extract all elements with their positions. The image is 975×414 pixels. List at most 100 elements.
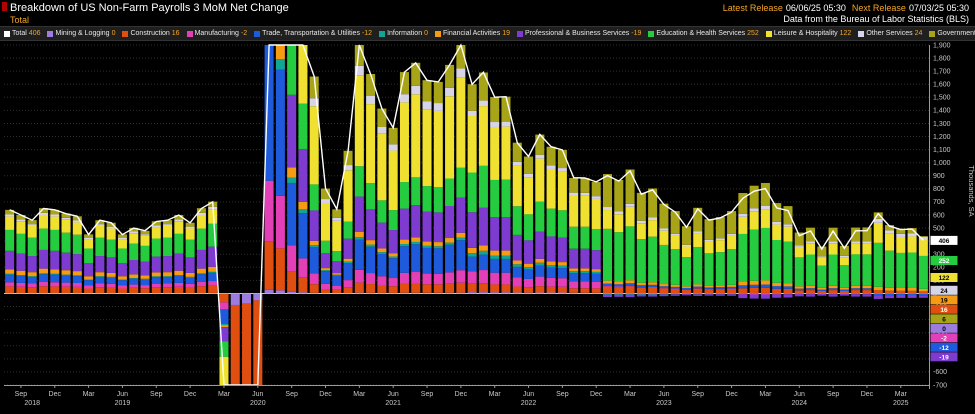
- svg-text:Dec: Dec: [184, 391, 197, 398]
- svg-text:Dec: Dec: [319, 391, 332, 398]
- legend-item-2[interactable]: Construction16: [122, 30, 179, 37]
- svg-text:406: 406: [939, 238, 950, 245]
- svg-text:-12: -12: [939, 345, 949, 352]
- legend-item-6[interactable]: Financial Activities19: [435, 30, 510, 37]
- release-block: Latest Release06/06/25 05:30 Next Release…: [717, 2, 969, 25]
- y-axis-title: Thousands, SA: [967, 165, 975, 216]
- legend-item-4[interactable]: Trade, Transportation & Utilities-12: [254, 30, 372, 37]
- payrolls-stacked-chart[interactable]: 1,900 1,800 1,700 1,600 1,500 1,400 1,300 1,200…: [0, 41, 975, 414]
- series-subtitle[interactable]: Total: [10, 15, 289, 26]
- svg-text:1,000: 1,000: [933, 160, 951, 167]
- svg-text:Mar: Mar: [83, 391, 96, 398]
- legend-label: Construction: [130, 30, 169, 37]
- svg-text:700: 700: [933, 199, 945, 206]
- legend-item-1[interactable]: Mining & Logging0: [47, 30, 115, 37]
- legend-label: Government: [937, 30, 975, 37]
- svg-text:Sep: Sep: [285, 391, 298, 398]
- legend: Total406 Mining & Logging0 Construction16 M…: [0, 26, 975, 41]
- svg-text:900: 900: [933, 173, 945, 180]
- header: Breakdown of US Non-Farm Payrolls 3 MoM …: [0, 0, 975, 26]
- svg-text:1,400: 1,400: [933, 108, 951, 115]
- legend-label: Total: [12, 30, 27, 37]
- svg-text:Jun: Jun: [523, 391, 534, 398]
- svg-text:6: 6: [942, 316, 946, 323]
- legend-swatch-icon: [929, 31, 935, 37]
- legend-label: Manufacturing: [195, 30, 239, 37]
- legend-item-0[interactable]: Total406: [4, 30, 40, 37]
- svg-text:Mar: Mar: [218, 391, 231, 398]
- legend-swatch-icon: [4, 31, 10, 37]
- next-release-value: 07/03/25 05:30: [909, 3, 969, 13]
- svg-text:Jun: Jun: [388, 391, 399, 398]
- legend-label: Other Services: [866, 30, 912, 37]
- svg-text:2022: 2022: [521, 400, 537, 407]
- legend-swatch-icon: [187, 31, 193, 37]
- svg-text:2021: 2021: [385, 400, 401, 407]
- svg-text:1,200: 1,200: [933, 134, 951, 141]
- legend-value: 24: [915, 30, 923, 37]
- svg-text:Mar: Mar: [759, 391, 772, 398]
- legend-item-11[interactable]: Government6: [929, 30, 975, 37]
- legend-swatch-icon: [766, 31, 772, 37]
- latest-release-label: Latest Release: [723, 3, 783, 13]
- svg-text:1,900: 1,900: [933, 42, 951, 49]
- legend-swatch-icon: [435, 31, 441, 37]
- svg-text:Mar: Mar: [353, 391, 366, 398]
- legend-value: -19: [631, 30, 641, 37]
- chart-area: 1,900 1,800 1,700 1,600 1,500 1,400 1,300 1,200…: [0, 41, 975, 414]
- svg-text:1,600: 1,600: [933, 82, 951, 89]
- svg-text:Sep: Sep: [827, 391, 840, 398]
- legend-value: -2: [241, 30, 247, 37]
- svg-text:Mar: Mar: [624, 391, 637, 398]
- legend-item-5[interactable]: Information0: [379, 30, 428, 37]
- app-accent-icon: [2, 2, 7, 11]
- svg-text:1,700: 1,700: [933, 68, 951, 75]
- title-block: Breakdown of US Non-Farm Payrolls 3 MoM …: [10, 2, 289, 26]
- svg-text:Sep: Sep: [556, 391, 569, 398]
- svg-text:1,800: 1,800: [933, 55, 951, 62]
- latest-release-value: 06/06/25 05:30: [786, 3, 846, 13]
- svg-text:2019: 2019: [115, 400, 131, 407]
- svg-text:Sep: Sep: [15, 391, 28, 398]
- svg-text:Jun: Jun: [794, 391, 805, 398]
- legend-value: -12: [362, 30, 372, 37]
- legend-swatch-icon: [858, 31, 864, 37]
- svg-text:Mar: Mar: [895, 391, 908, 398]
- terminal-chart-window: Breakdown of US Non-Farm Payrolls 3 MoM …: [0, 0, 975, 414]
- svg-text:Dec: Dec: [861, 391, 874, 398]
- data-source: Data from the Bureau of Labor Statistics…: [717, 14, 969, 25]
- x-axis-labels: Sep Dec Mar Jun Sep Dec Mar Jun Sep Dec Mar Jun Sep D…: [15, 385, 909, 407]
- next-release-label: Next Release: [852, 3, 906, 13]
- svg-text:122: 122: [939, 275, 950, 282]
- legend-value: 122: [840, 30, 852, 37]
- svg-text:600: 600: [933, 212, 945, 219]
- svg-text:0: 0: [942, 326, 946, 333]
- svg-text:1,500: 1,500: [933, 95, 951, 102]
- svg-text:19: 19: [940, 297, 948, 304]
- legend-item-9[interactable]: Leisure & Hospitality122: [766, 30, 852, 37]
- legend-item-3[interactable]: Manufacturing-2: [187, 30, 248, 37]
- svg-text:Sep: Sep: [421, 391, 434, 398]
- svg-text:24: 24: [940, 288, 948, 295]
- legend-value: 406: [29, 30, 41, 37]
- legend-swatch-icon: [122, 31, 128, 37]
- legend-label: Financial Activities: [443, 30, 500, 37]
- legend-swatch-icon: [254, 31, 260, 37]
- svg-text:1,100: 1,100: [933, 147, 951, 154]
- svg-text:Jun: Jun: [658, 391, 669, 398]
- legend-item-10[interactable]: Other Services24: [858, 30, 922, 37]
- legend-label: Mining & Logging: [55, 30, 109, 37]
- svg-text:Sep: Sep: [692, 391, 705, 398]
- svg-text:Dec: Dec: [725, 391, 738, 398]
- svg-text:-2: -2: [941, 335, 947, 342]
- legend-value: 19: [502, 30, 510, 37]
- svg-text:800: 800: [933, 186, 945, 193]
- legend-swatch-icon: [648, 31, 654, 37]
- svg-text:Dec: Dec: [455, 391, 468, 398]
- svg-text:Sep: Sep: [150, 391, 163, 398]
- svg-text:1,300: 1,300: [933, 121, 951, 128]
- legend-item-7[interactable]: Professional & Business Services-19: [517, 30, 641, 37]
- legend-item-8[interactable]: Education & Health Services252: [648, 30, 758, 37]
- svg-text:-700: -700: [933, 382, 947, 389]
- legend-label: Information: [387, 30, 422, 37]
